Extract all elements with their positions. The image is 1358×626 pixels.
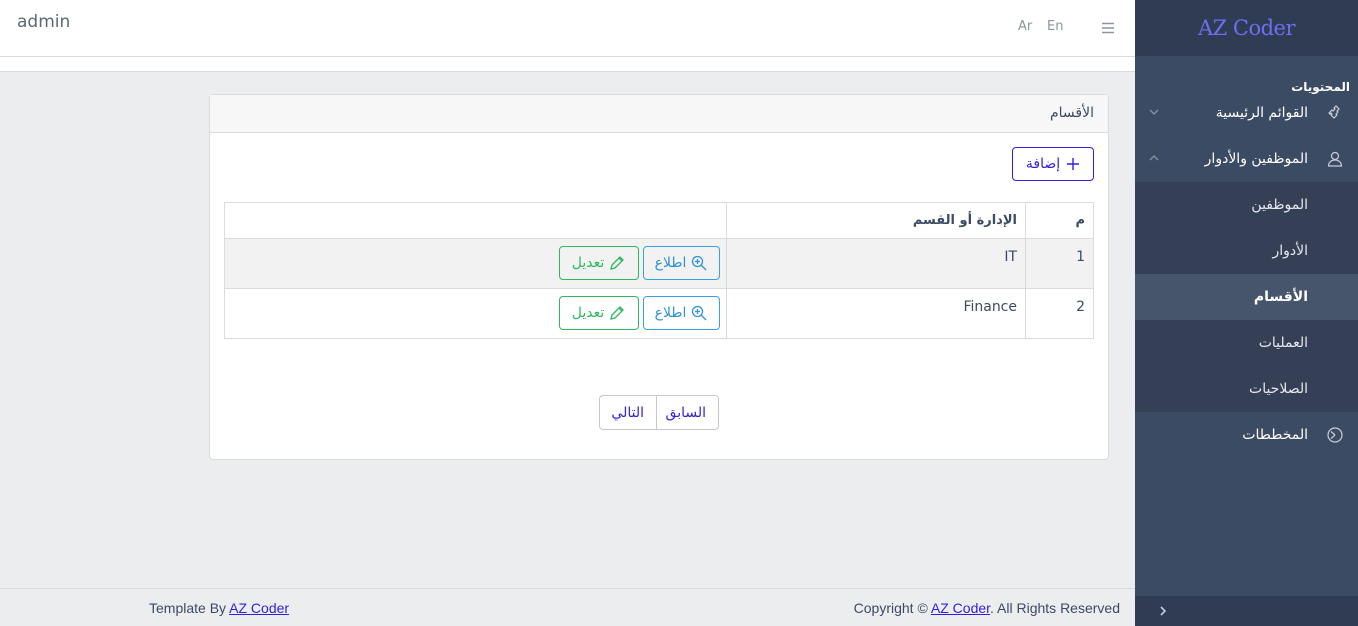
edit-button[interactable]: تعديل (559, 246, 639, 280)
top-header: admin En Ar (0, 0, 1135, 57)
row-name: Finance (726, 288, 1026, 339)
table-row: 1 IT تعديل اطلاع (224, 238, 1094, 289)
sidebar-item-employees[interactable]: الموظفين (1135, 182, 1358, 228)
lang-ar-link[interactable]: Ar (1018, 19, 1032, 34)
table-row: 2 Finance تعديل اطلاع (224, 288, 1094, 339)
add-button[interactable]: إضافة (1012, 147, 1094, 181)
zoom-in-icon (692, 255, 707, 271)
lang-en-link[interactable]: En (1047, 19, 1063, 34)
chevron-down-icon (1147, 105, 1161, 119)
sidebar-item-permissions[interactable]: الصلاحيات (1135, 366, 1358, 412)
pencil-icon (610, 306, 625, 320)
edit-button[interactable]: تعديل (559, 296, 639, 330)
footer: Template By AZ Coder Copyright © AZ Code… (0, 588, 1135, 626)
sidebar-item-departments[interactable]: الأقسام (1135, 274, 1358, 320)
nav-item-label: القوائم الرئيسية (1215, 105, 1308, 121)
row-num: 2 (1025, 288, 1094, 339)
nav-item-label: الموظفين والأدوار (1204, 151, 1308, 167)
row-num: 1 (1025, 238, 1094, 289)
view-button[interactable]: اطلاع (643, 296, 720, 330)
footer-copyright-link[interactable]: AZ Coder (931, 600, 990, 616)
view-button[interactable]: اطلاع (643, 246, 720, 280)
nav-item-charts[interactable]: المخططات (1135, 412, 1358, 458)
row-name: IT (726, 238, 1026, 289)
pagination: السابق التالي (599, 395, 719, 430)
departments-table: م الإدارة أو القسم 1 IT تعديل اطلاع 2 Fi… (224, 202, 1094, 339)
puzzle-icon (1326, 104, 1344, 122)
chart-pie-icon (1326, 426, 1344, 444)
nav-section-title: المحتويات (1291, 80, 1350, 94)
chevron-right-icon (1160, 606, 1167, 616)
pencil-icon (610, 256, 625, 270)
footer-copyright: Copyright © AZ Coder. All Rights Reserve… (853, 600, 1120, 616)
card-title: الأقسام (210, 95, 1108, 133)
user-icon (1326, 150, 1344, 168)
sidebar-item-operations[interactable]: العمليات (1135, 320, 1358, 366)
user-name[interactable]: admin (17, 12, 70, 32)
menu-toggle-icon[interactable] (1101, 20, 1115, 34)
next-page-button[interactable]: التالي (599, 395, 656, 430)
nav-group-employees: الموظفين والأدوار الموظفين الأدوار الأقس… (1135, 136, 1358, 412)
prev-page-button[interactable]: السابق (656, 395, 719, 430)
nav-item-main-lists[interactable]: القوائم الرئيسية (1135, 90, 1358, 136)
row-actions: تعديل اطلاع (224, 288, 727, 339)
row-actions: تعديل اطلاع (224, 238, 727, 289)
column-header-name: الإدارة أو القسم (726, 202, 1026, 239)
sidebar-item-roles[interactable]: الأدوار (1135, 228, 1358, 274)
brand-logo[interactable]: AZ Coder (1135, 0, 1358, 56)
column-header-actions (224, 202, 727, 239)
table-header-row: م الإدارة أو القسم (224, 202, 1094, 239)
sub-header (0, 57, 1135, 72)
departments-card: الأقسام إضافة م الإدارة أو القسم 1 IT تع… (209, 94, 1109, 460)
footer-template-link[interactable]: AZ Coder (229, 600, 289, 616)
nav-item-employees-roles[interactable]: الموظفين والأدوار (1135, 136, 1358, 182)
nav-item-label: المخططات (1242, 427, 1308, 443)
sidebar: AZ Coder المحتويات القوائم الرئيسية المو… (1135, 0, 1358, 626)
chevron-up-icon (1147, 151, 1161, 165)
column-header-num: م (1025, 202, 1094, 239)
footer-template-credit: Template By AZ Coder (149, 600, 290, 616)
zoom-in-icon (692, 305, 707, 321)
plus-icon (1067, 158, 1080, 170)
sidebar-minimizer[interactable] (1135, 596, 1358, 626)
